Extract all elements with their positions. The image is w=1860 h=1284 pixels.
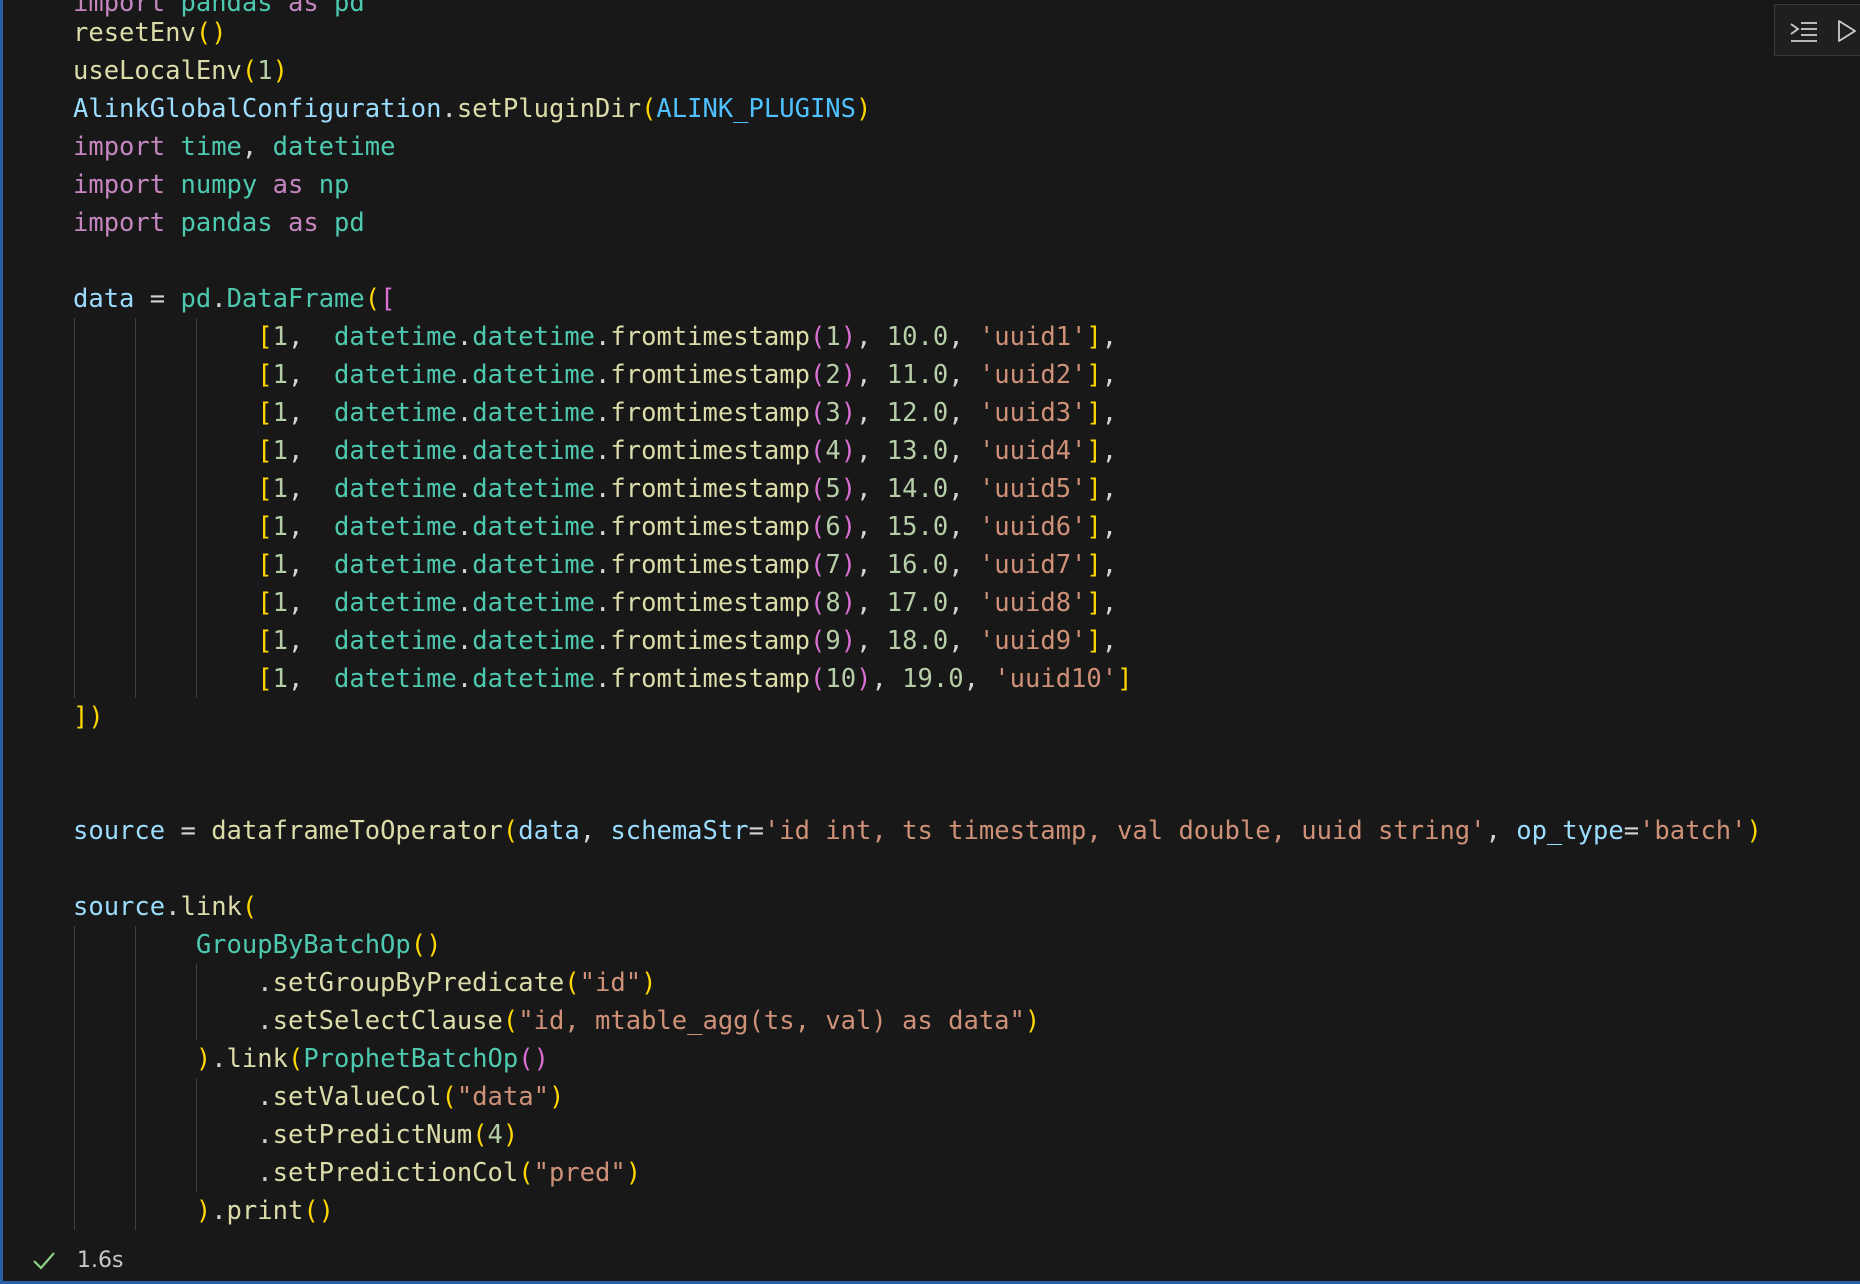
code-line-11-text: [1, datetime.datetime.fromtimestamp(2), …	[257, 360, 1118, 390]
code-line-3[interactable]: useLocalEnv(1)	[73, 52, 288, 90]
code-line-30-text: .setValueCol("data")	[257, 1082, 565, 1112]
code-line-26-text: GroupByBatchOp()	[195, 930, 442, 960]
run-cell-icon	[1838, 20, 1856, 42]
code-line-29[interactable]: ).link(ProphetBatchOp()	[73, 1040, 549, 1078]
execute-above-cells-button[interactable]	[1787, 15, 1821, 47]
code-line-18-text: [1, datetime.datetime.fromtimestamp(9), …	[257, 626, 1118, 656]
code-line-18[interactable]: [1, datetime.datetime.fromtimestamp(9), …	[73, 622, 1117, 660]
code-line-25-text: source.link(	[73, 892, 258, 922]
code-line-2[interactable]: resetEnv()	[73, 14, 227, 52]
code-line-33[interactable]: ).print()	[73, 1192, 334, 1230]
code-line-7-text: import pandas as pd	[73, 208, 365, 238]
code-line-33-text: ).print()	[195, 1196, 335, 1226]
code-line-12-text: [1, datetime.datetime.fromtimestamp(3), …	[257, 398, 1118, 428]
code-line-9-text: data = pd.DataFrame([	[73, 284, 396, 314]
notebook-code-cell[interactable]: import pandas as pd resetEnv() useLocalE…	[0, 0, 1860, 1284]
code-line-4-text: AlinkGlobalConfiguration.setPluginDir(AL…	[73, 94, 872, 124]
code-line-6-text: import numpy as np	[73, 170, 350, 200]
code-line-12[interactable]: [1, datetime.datetime.fromtimestamp(3), …	[73, 394, 1117, 432]
code-editor[interactable]: import pandas as pd resetEnv() useLocalE…	[3, 0, 1860, 1240]
code-line-29-text: ).link(ProphetBatchOp()	[195, 1044, 549, 1074]
code-line-32-text: .setPredictionCol("pred")	[257, 1158, 642, 1188]
code-line-11[interactable]: [1, datetime.datetime.fromtimestamp(2), …	[73, 356, 1117, 394]
code-line-31-text: .setPredictNum(4)	[257, 1120, 519, 1150]
code-line-5[interactable]: import time, datetime	[73, 128, 395, 166]
code-line-23-text: source = dataframeToOperator(data, schem…	[73, 816, 1762, 846]
code-line-19-text: [1, datetime.datetime.fromtimestamp(10),…	[257, 664, 1133, 694]
code-line-14-text: [1, datetime.datetime.fromtimestamp(5), …	[257, 474, 1118, 504]
code-line-28-text: .setSelectClause("id, mtable_agg(ts, val…	[257, 1006, 1041, 1036]
code-line-9[interactable]: data = pd.DataFrame([	[73, 280, 395, 318]
code-line-2-text: resetEnv()	[73, 18, 227, 48]
code-line-28[interactable]: .setSelectClause("id, mtable_agg(ts, val…	[73, 1002, 1040, 1040]
code-line-13-text: [1, datetime.datetime.fromtimestamp(4), …	[257, 436, 1118, 466]
code-line-15-text: [1, datetime.datetime.fromtimestamp(6), …	[257, 512, 1118, 542]
code-line-3-text: useLocalEnv(1)	[73, 56, 288, 86]
code-line-23[interactable]: source = dataframeToOperator(data, schem…	[73, 812, 1762, 850]
code-line-17[interactable]: [1, datetime.datetime.fromtimestamp(8), …	[73, 584, 1117, 622]
code-line-14[interactable]: [1, datetime.datetime.fromtimestamp(5), …	[73, 470, 1117, 508]
code-line-7[interactable]: import pandas as pd	[73, 204, 365, 242]
code-line-26[interactable]: GroupByBatchOp()	[73, 926, 442, 964]
code-line-27-text: .setGroupByPredicate("id")	[257, 968, 657, 998]
code-line-16-text: [1, datetime.datetime.fromtimestamp(7), …	[257, 550, 1118, 580]
code-line-32[interactable]: .setPredictionCol("pred")	[73, 1154, 641, 1192]
code-line-25[interactable]: source.link(	[73, 888, 257, 926]
code-line-16[interactable]: [1, datetime.datetime.fromtimestamp(7), …	[73, 546, 1117, 584]
code-line-5-text: import time, datetime	[73, 132, 396, 162]
code-line-20[interactable]: ])	[73, 698, 104, 736]
code-line-30[interactable]: .setValueCol("data")	[73, 1078, 564, 1116]
execution-duration: 1.6s	[77, 1247, 124, 1273]
code-line-10[interactable]: [1, datetime.datetime.fromtimestamp(1), …	[73, 318, 1117, 356]
code-line-17-text: [1, datetime.datetime.fromtimestamp(8), …	[257, 588, 1118, 618]
code-line-27[interactable]: .setGroupByPredicate("id")	[73, 964, 656, 1002]
code-line-10-text: [1, datetime.datetime.fromtimestamp(1), …	[257, 322, 1118, 352]
code-line-4[interactable]: AlinkGlobalConfiguration.setPluginDir(AL…	[73, 90, 871, 128]
run-cell-button[interactable]	[1833, 15, 1860, 47]
check-icon	[33, 1252, 55, 1270]
code-line-20-text: ])	[73, 702, 104, 732]
code-line-31[interactable]: .setPredictNum(4)	[73, 1116, 518, 1154]
code-line-6[interactable]: import numpy as np	[73, 166, 349, 204]
code-line-15[interactable]: [1, datetime.datetime.fromtimestamp(6), …	[73, 508, 1117, 546]
code-line-13[interactable]: [1, datetime.datetime.fromtimestamp(4), …	[73, 432, 1117, 470]
code-line-19[interactable]: [1, datetime.datetime.fromtimestamp(10),…	[73, 660, 1132, 698]
execution-status: 1.6s	[31, 1242, 123, 1278]
execute-above-cells-icon	[1790, 22, 1817, 42]
cell-toolbar	[1774, 4, 1860, 56]
